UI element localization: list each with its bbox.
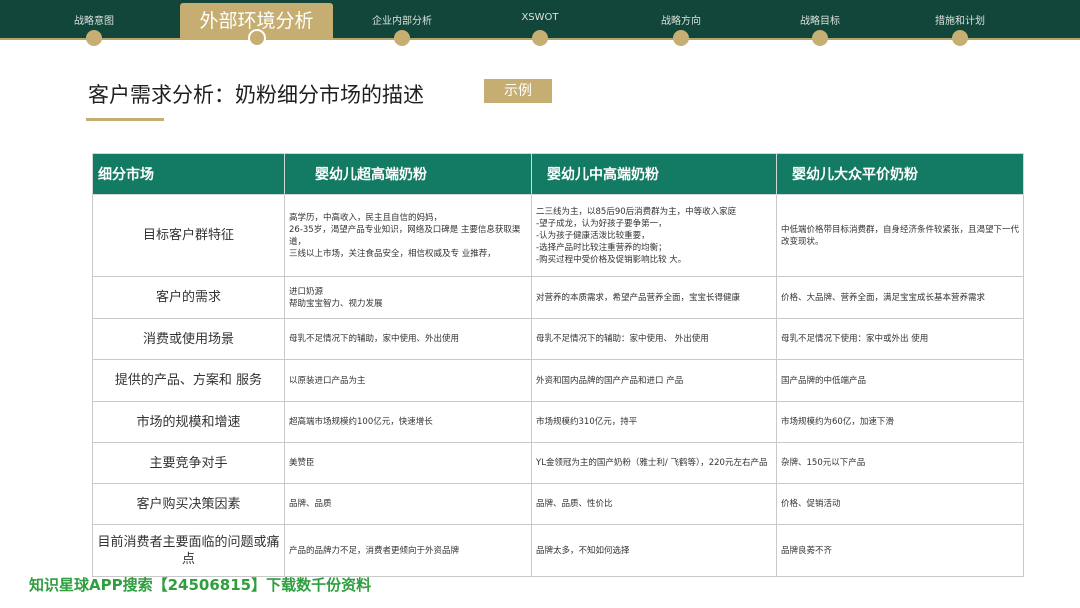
row-label: 客户购买决策因素 [92, 483, 285, 525]
row-label: 主要竞争对手 [92, 442, 285, 484]
table-row: 提供的产品、方案和 服务 以原装进口产品为主 外资和国内品牌的国产产品和进口 产… [92, 359, 1024, 402]
table-cell: 品牌良莠不齐 [776, 524, 1024, 577]
row-label: 市场的规模和增速 [92, 401, 285, 443]
table-cell: 外资和国内品牌的国产产品和进口 产品 [531, 359, 777, 402]
row-label: 消费或使用场景 [92, 318, 285, 360]
nav-dot [394, 30, 410, 46]
table-cell: 母乳不足情况下使用：家中或外出 使用 [776, 318, 1024, 360]
table-cell: 超高端市场规模约100亿元，快速增长 [284, 401, 532, 443]
nav-dot [812, 30, 828, 46]
table-cell: 以原装进口产品为主 [284, 359, 532, 402]
table-cell: 市场规模约310亿元，持平 [531, 401, 777, 443]
nav-item-strategic-direction[interactable]: 战略方向 [661, 12, 701, 27]
table-cell: 国产品牌的中低端产品 [776, 359, 1024, 402]
column-header-segment: 细分市场 [92, 153, 285, 195]
column-header-super-premium: 婴幼儿超高端奶粉 [284, 153, 532, 195]
table-row: 目前消费者主要面临的问题或痛点 产品的品牌力不足，消费者更倾向于外资品牌 品牌太… [92, 524, 1024, 577]
nav-dot [532, 30, 548, 46]
table-cell: 价格、促销活动 [776, 483, 1024, 525]
table-header-row: 细分市场 婴幼儿超高端奶粉 婴幼儿中高端奶粉 婴幼儿大众平价奶粉 [92, 153, 1024, 195]
table-cell: 市场规模约为60亿，加速下滑 [776, 401, 1024, 443]
watermark-text: 知识星球APP搜索【24506815】下载数千份资料 [29, 576, 372, 594]
title-underline [86, 118, 164, 121]
column-header-mass-market: 婴幼儿大众平价奶粉 [776, 153, 1024, 195]
nav-dot [952, 30, 968, 46]
column-header-mid-premium: 婴幼儿中高端奶粉 [531, 153, 777, 195]
table-cell: 母乳不足情况下的辅助，家中使用、外出使用 [284, 318, 532, 360]
nav-dot-active [248, 29, 266, 47]
row-label: 目标客户群特征 [92, 194, 285, 277]
table-cell: 高学历，中高收入，民主且自信的妈妈， 26-35岁，渴望产品专业知识，网络及口碑… [284, 194, 532, 277]
page-title: 客户需求分析：奶粉细分市场的描述 [88, 83, 424, 107]
row-label: 客户的需求 [92, 276, 285, 319]
table-cell: 进口奶源 帮助宝宝智力、视力发展 [284, 276, 532, 319]
table-body: 目标客户群特征 高学历，中高收入，民主且自信的妈妈， 26-35岁，渴望产品专业… [92, 194, 1024, 577]
table-row: 消费或使用场景 母乳不足情况下的辅助，家中使用、外出使用 母乳不足情况下的辅助：… [92, 318, 1024, 360]
table-row: 客户的需求 进口奶源 帮助宝宝智力、视力发展 对营养的本质需求，希望产品营养全面… [92, 276, 1024, 319]
example-tag: 示例 [484, 79, 552, 103]
row-label: 目前消费者主要面临的问题或痛点 [92, 524, 285, 577]
table-cell: 中低端价格带目标消费群，自身经济条件较紧张，且渴望下一代改变现状。 [776, 194, 1024, 277]
table-row: 主要竞争对手 美赞臣 YL金领冠为主的国产奶粉（雅士利/ 飞鹤等），220元左右… [92, 442, 1024, 484]
table-cell: 品牌太多，不知如何选择 [531, 524, 777, 577]
nav-item-internal-analysis[interactable]: 企业内部分析 [372, 12, 432, 27]
table-cell: YL金领冠为主的国产奶粉（雅士利/ 飞鹤等），220元左右产品 [531, 442, 777, 484]
nav-item-measures-plans[interactable]: 措施和计划 [935, 12, 985, 27]
table-cell: 产品的品牌力不足，消费者更倾向于外资品牌 [284, 524, 532, 577]
table-cell: 品牌、品质、性价比 [531, 483, 777, 525]
nav-dot [86, 30, 102, 46]
table-cell: 二三线为主，以85后90后消费群为主，中等收入家庭 -望子成龙，认为好孩子要争第… [531, 194, 777, 277]
row-label: 提供的产品、方案和 服务 [92, 359, 285, 402]
table-cell: 对营养的本质需求，希望产品营养全面，宝宝长得健康 [531, 276, 777, 319]
nav-item-strategic-goals[interactable]: 战略目标 [800, 12, 840, 27]
nav-item-strategic-intent[interactable]: 战略意图 [74, 12, 114, 27]
table-cell: 美赞臣 [284, 442, 532, 484]
segment-table: 细分市场 婴幼儿超高端奶粉 婴幼儿中高端奶粉 婴幼儿大众平价奶粉 目标客户群特征… [92, 153, 1024, 577]
table-row: 市场的规模和增速 超高端市场规模约100亿元，快速增长 市场规模约310亿元，持… [92, 401, 1024, 443]
table-row: 客户购买决策因素 品牌、品质 品牌、品质、性价比 价格、促销活动 [92, 483, 1024, 525]
table-row: 目标客户群特征 高学历，中高收入，民主且自信的妈妈， 26-35岁，渴望产品专业… [92, 194, 1024, 277]
table-cell: 品牌、品质 [284, 483, 532, 525]
nav-item-xswot[interactable]: XSWOT [521, 12, 558, 23]
table-cell: 价格、大品牌、营养全面，满足宝宝成长基本营养需求 [776, 276, 1024, 319]
table-cell: 母乳不足情况下的辅助：家中使用、 外出使用 [531, 318, 777, 360]
table-cell: 杂牌、150元以下产品 [776, 442, 1024, 484]
nav-dot [673, 30, 689, 46]
